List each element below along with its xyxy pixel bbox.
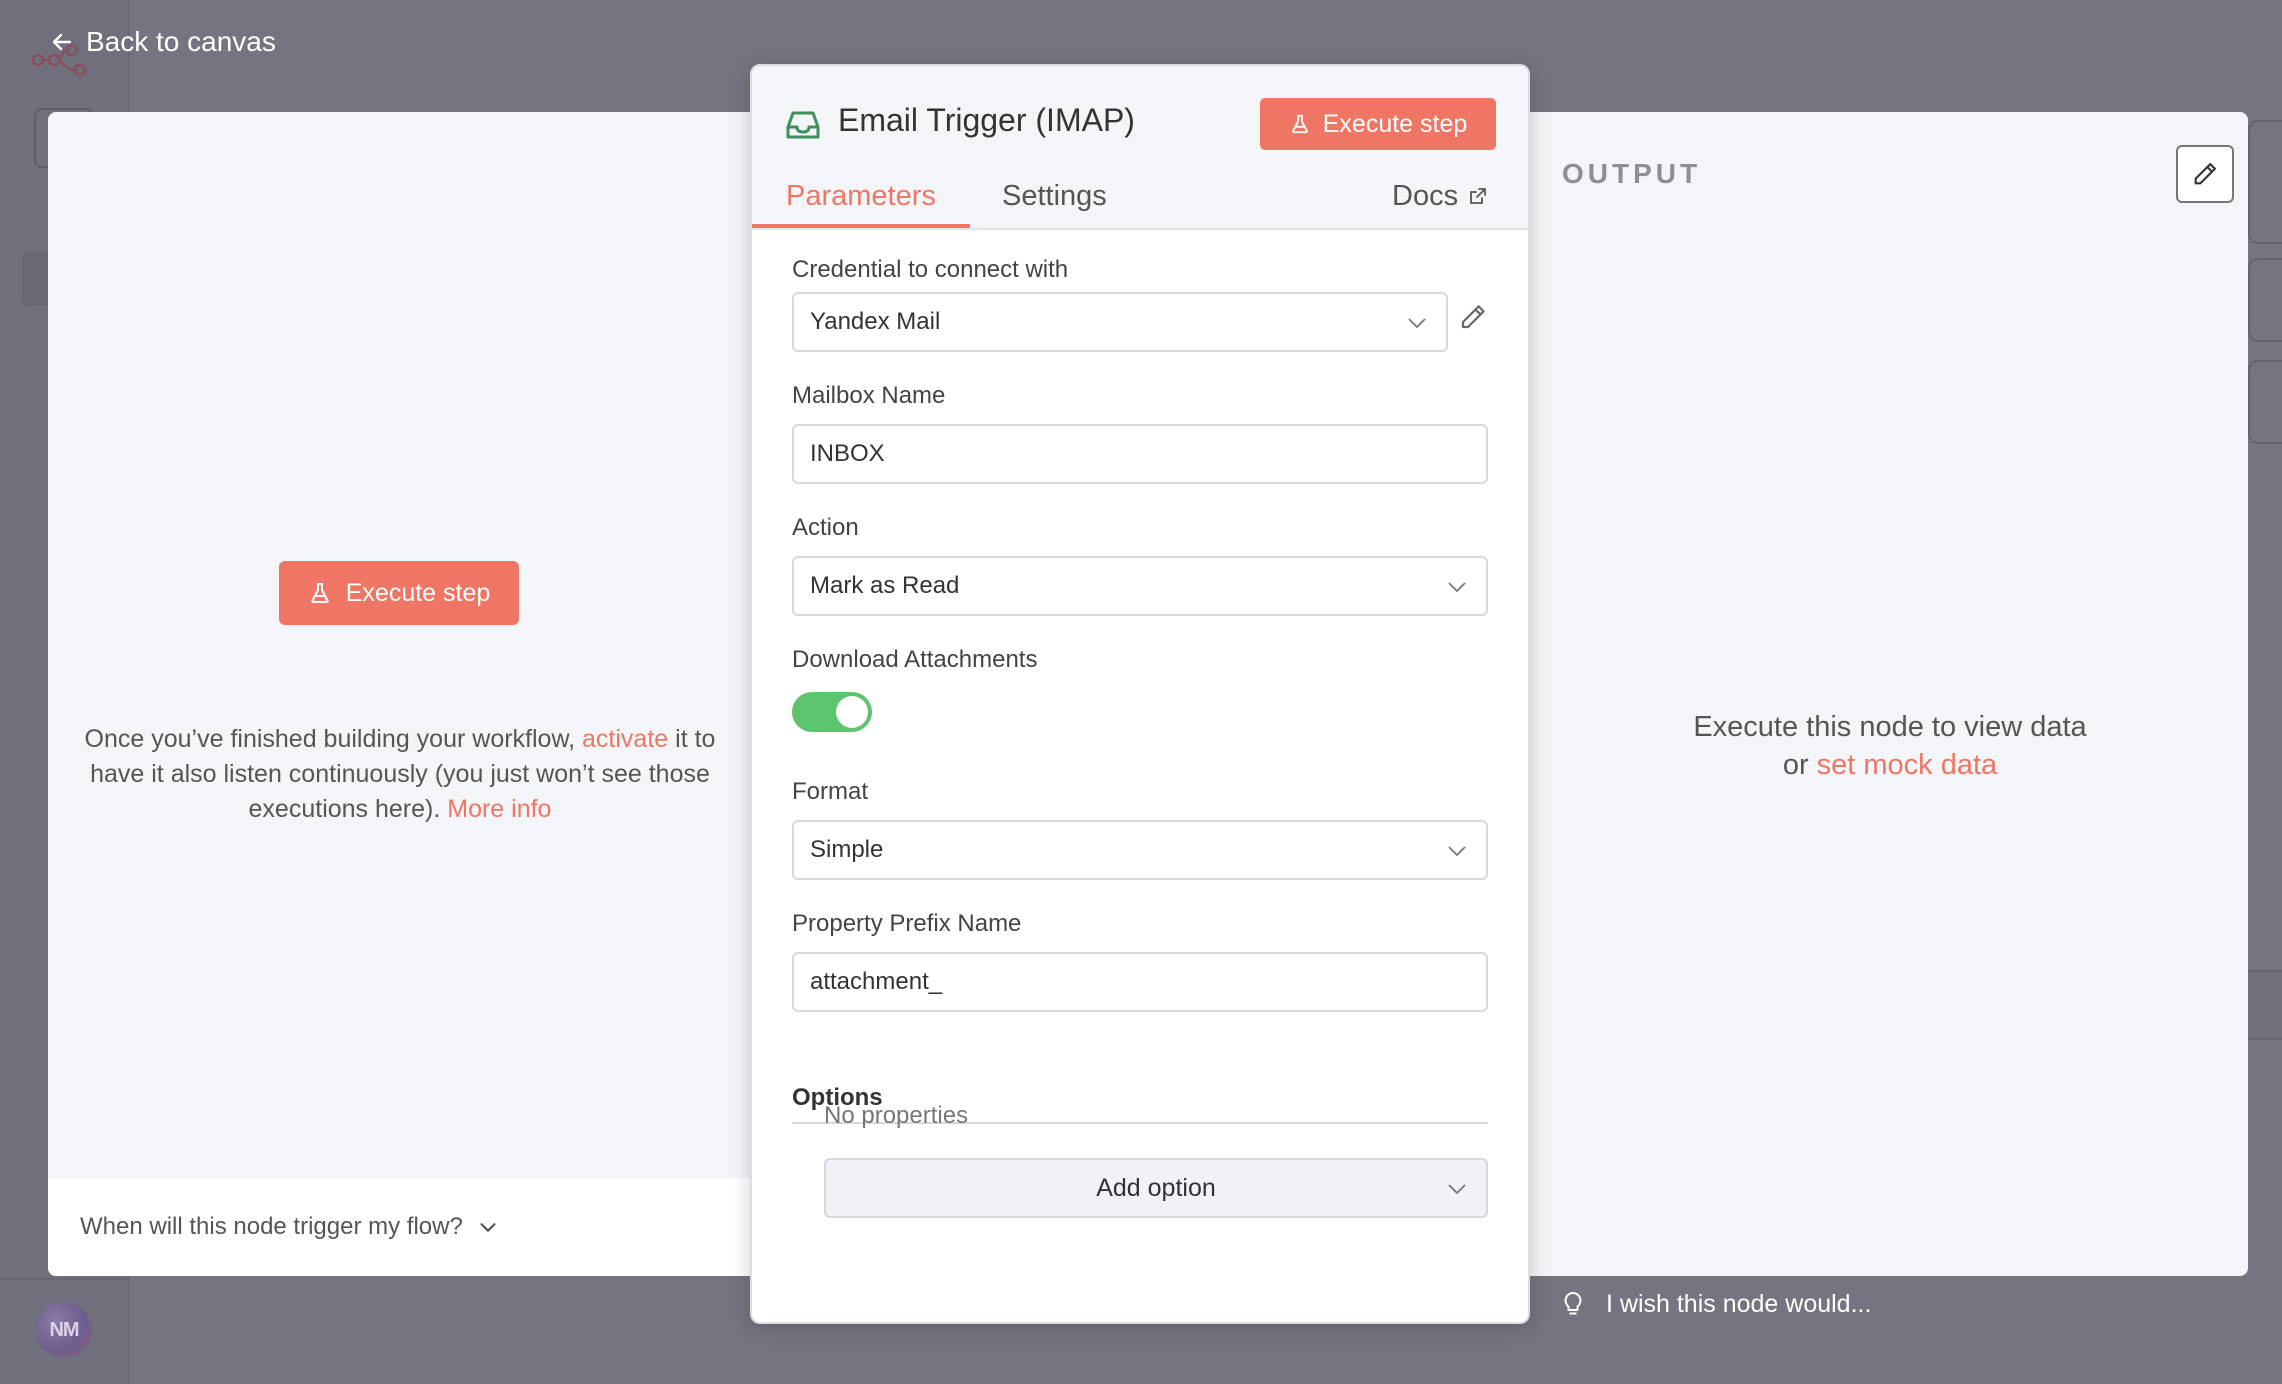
format-value: Simple — [810, 836, 884, 863]
more-info-link[interactable]: More info — [447, 795, 551, 823]
chevron-down-icon — [1448, 582, 1466, 593]
add-option-button[interactable]: Add option — [824, 1158, 1488, 1218]
activation-hint-text: Once you’ve finished building your workf… — [84, 725, 583, 753]
background-canvas-strip — [2248, 970, 2282, 1040]
mailbox-value: INBOX — [810, 440, 885, 467]
chevron-down-icon — [1448, 1184, 1466, 1195]
add-option-label: Add option — [1096, 1173, 1216, 1202]
download-attachments-label: Download Attachments — [792, 646, 1038, 673]
flask-icon — [311, 583, 329, 603]
action-value: Mark as Read — [810, 572, 960, 599]
action-select[interactable]: Mark as Read — [792, 556, 1488, 616]
feedback-label: I wish this node would... — [1606, 1289, 1872, 1318]
feedback-link[interactable]: I wish this node would... — [1562, 1286, 1871, 1322]
property-prefix-label: Property Prefix Name — [792, 910, 1022, 937]
output-panel-title: OUTPUT — [1562, 158, 1702, 189]
tab-parameters[interactable]: Parameters — [786, 180, 936, 230]
lightbulb-icon — [1564, 1292, 1582, 1315]
credential-value: Yandex Mail — [810, 308, 941, 335]
background-canvas-control — [2248, 258, 2282, 342]
background-canvas-control — [2248, 360, 2282, 444]
tab-settings[interactable]: Settings — [1002, 180, 1107, 230]
format-select[interactable]: Simple — [792, 820, 1488, 880]
node-parameters-dialog: Email Trigger (IMAP) Execute step Parame… — [750, 64, 1530, 1324]
background-divider — [0, 1278, 130, 1280]
back-to-canvas-link[interactable]: Back to canvas — [50, 22, 276, 62]
execute-step-button[interactable]: Execute step — [1260, 98, 1496, 150]
action-label: Action — [792, 514, 859, 541]
execute-step-label: Execute step — [1322, 109, 1468, 138]
no-properties-text: No properties — [824, 1102, 969, 1129]
mailbox-input[interactable]: INBOX — [792, 424, 1488, 484]
toggle-knob — [836, 696, 868, 728]
trigger-info-toggle[interactable]: When will this node trigger my flow? — [48, 1178, 768, 1276]
credential-label: Credential to connect with — [792, 256, 1069, 283]
flask-icon — [1291, 114, 1308, 134]
format-label: Format — [792, 778, 869, 805]
property-prefix-value: attachment_ — [810, 968, 943, 995]
property-prefix-input[interactable]: attachment_ — [792, 952, 1488, 1012]
tab-docs[interactable]: Docs — [1392, 180, 1488, 230]
trigger-info-label: When will this node trigger my flow? — [80, 1213, 463, 1240]
output-empty-message: Execute this node to view data or set mo… — [1600, 708, 2180, 784]
input-execute-step-label: Execute step — [345, 578, 491, 607]
chevron-down-icon — [480, 1223, 496, 1232]
activation-hint: Once you’ve finished building your workf… — [80, 722, 720, 827]
background-canvas-control — [2248, 120, 2282, 244]
mailbox-label: Mailbox Name — [792, 382, 946, 409]
edit-output-button[interactable] — [2176, 145, 2234, 203]
user-avatar[interactable]: NM — [36, 1302, 92, 1358]
back-to-canvas-label: Back to canvas — [86, 26, 276, 57]
tab-docs-label: Docs — [1392, 180, 1459, 212]
active-tab-indicator — [752, 224, 970, 228]
user-initials: NM — [49, 1318, 79, 1341]
chevron-down-icon — [1408, 318, 1426, 329]
node-title[interactable]: Email Trigger (IMAP) — [838, 102, 1135, 139]
set-mock-data-link[interactable]: set mock data — [1817, 749, 1998, 781]
external-link-icon — [1470, 188, 1486, 204]
chevron-down-icon — [1448, 846, 1466, 857]
arrow-left-icon — [52, 33, 72, 51]
input-execute-step-button[interactable]: Execute step — [279, 561, 519, 625]
output-empty-or: or — [1782, 749, 1817, 781]
download-attachments-toggle[interactable] — [792, 692, 872, 732]
edit-credential-icon[interactable] — [1458, 302, 1488, 332]
output-empty-line: Execute this node to view data — [1693, 711, 2087, 743]
inbox-icon — [786, 111, 820, 139]
activate-link[interactable]: activate — [582, 725, 668, 753]
pencil-icon — [2194, 163, 2216, 185]
credential-select[interactable]: Yandex Mail — [792, 292, 1448, 352]
